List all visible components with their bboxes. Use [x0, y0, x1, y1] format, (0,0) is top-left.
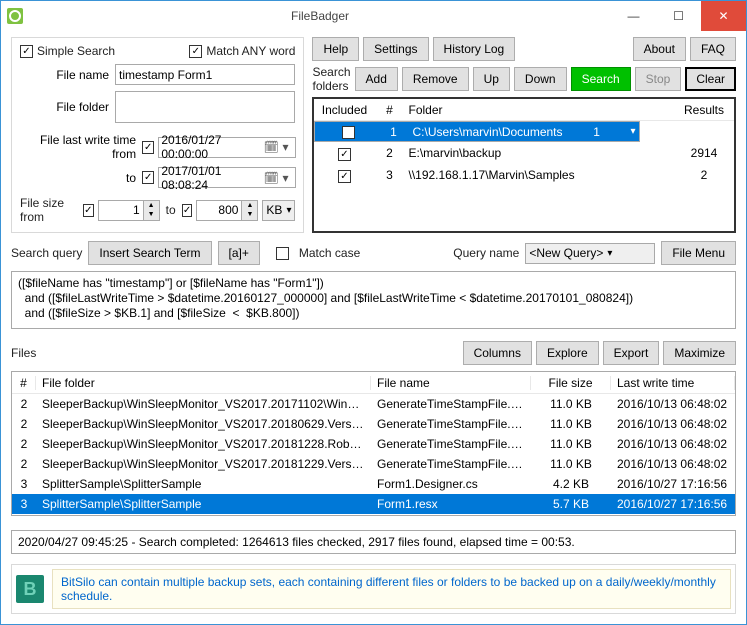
calendar-icon[interactable]: 🗓: [264, 140, 279, 154]
columns-button[interactable]: Columns: [463, 341, 532, 365]
simple-search-panel: ✓ Simple Search ✓ Match ANY word File na…: [11, 37, 304, 233]
maximize-list-button[interactable]: Maximize: [663, 341, 736, 365]
files-table[interactable]: # File folder File name File size Last w…: [11, 371, 736, 516]
file-name-input[interactable]: [115, 64, 295, 85]
remove-button[interactable]: Remove: [402, 67, 469, 91]
promo-bar: B BitSilo can contain multiple backup se…: [11, 564, 736, 614]
query-name-select[interactable]: <New Query>: [525, 243, 655, 264]
file-row[interactable]: 2SleeperBackup\WinSleepMonitor_VS2017.20…: [12, 434, 735, 454]
size-from-input[interactable]: [98, 200, 144, 221]
explore-button[interactable]: Explore: [536, 341, 599, 365]
titlebar: FileBadger — ☐ ✕: [1, 1, 746, 31]
size-from-checkbox[interactable]: ✓: [83, 204, 94, 217]
add-button[interactable]: Add: [355, 67, 398, 91]
size-to-label: to: [166, 203, 176, 217]
files-header: # File folder File name File size Last w…: [12, 372, 735, 394]
folder-row[interactable]: ✓3\\192.168.1.17\Marvin\Samples2: [314, 164, 734, 186]
file-menu-button[interactable]: File Menu: [661, 241, 736, 265]
size-to-checkbox[interactable]: ✓: [182, 204, 193, 217]
match-any-checkbox[interactable]: ✓: [189, 45, 202, 58]
minimize-button[interactable]: —: [611, 1, 656, 31]
calendar-icon[interactable]: 🗓: [264, 171, 279, 185]
size-to-stepper[interactable]: ▲▼: [242, 200, 258, 221]
status-bar: 2020/04/27 09:45:25 - Search completed: …: [11, 530, 736, 554]
simple-search-label: Simple Search: [37, 44, 115, 58]
lwt-to-label: to: [20, 171, 142, 185]
down-button[interactable]: Down: [514, 67, 567, 91]
size-unit-select[interactable]: KB: [262, 200, 295, 221]
search-folders-label: Search folders: [312, 65, 350, 93]
search-query-label: Search query: [11, 246, 82, 260]
folder-row[interactable]: ✓1C:\Users\marvin\Documents1: [314, 121, 639, 142]
file-row[interactable]: 3SplitterSample\SplitterSampleForm1.Desi…: [12, 474, 735, 494]
files-label: Files: [11, 346, 459, 360]
simple-search-checkbox[interactable]: ✓: [20, 45, 33, 58]
file-folder-input[interactable]: [115, 91, 295, 123]
about-button[interactable]: About: [633, 37, 686, 61]
dropdown-icon[interactable]: ▾: [279, 171, 293, 185]
size-to-input[interactable]: [196, 200, 242, 221]
stop-button[interactable]: Stop: [635, 67, 682, 91]
export-button[interactable]: Export: [603, 341, 660, 365]
folder-row[interactable]: ✓2E:\marvin\backup2914: [314, 142, 734, 164]
file-row[interactable]: 3SplitterSample\SplitterSampleForm1.resx…: [12, 494, 735, 514]
file-folder-label: File folder: [20, 100, 115, 114]
settings-button[interactable]: Settings: [363, 37, 428, 61]
insert-term-button[interactable]: Insert Search Term: [88, 241, 211, 265]
lwt-to-input[interactable]: 2017/01/01 08:08:24: [161, 164, 263, 192]
folders-header: Included # Folder Results: [314, 99, 734, 121]
maximize-button[interactable]: ☐: [656, 1, 701, 31]
file-name-label: File name: [20, 68, 115, 82]
lwt-from-label: File last write time from: [20, 133, 142, 161]
app-icon: [7, 8, 23, 24]
size-from-stepper[interactable]: ▲▼: [144, 200, 160, 221]
folders-table[interactable]: Included # Folder Results ✓1C:\Users\mar…: [312, 97, 736, 233]
query-text[interactable]: ([$fileName has "timestamp"] or [$fileNa…: [11, 271, 736, 329]
close-button[interactable]: ✕: [701, 1, 746, 31]
history-button[interactable]: History Log: [433, 37, 516, 61]
clear-button[interactable]: Clear: [685, 67, 736, 91]
file-row[interactable]: 2SleeperBackup\WinSleepMonitor_VS2017.20…: [12, 394, 735, 414]
lwt-from-checkbox[interactable]: ✓: [142, 141, 154, 154]
query-name-label: Query name: [453, 246, 519, 260]
file-row[interactable]: 2SleeperBackup\WinSleepMonitor_VS2017.20…: [12, 414, 735, 434]
dropdown-icon[interactable]: ▾: [279, 140, 293, 154]
search-button[interactable]: Search: [571, 67, 631, 91]
lwt-to-checkbox[interactable]: ✓: [142, 171, 154, 184]
help-button[interactable]: Help: [312, 37, 359, 61]
file-row[interactable]: 2SleeperBackup\WinSleepMonitor_VS2017.20…: [12, 454, 735, 474]
up-button[interactable]: Up: [473, 67, 510, 91]
size-from-label: File size from: [20, 196, 77, 224]
a-plus-button[interactable]: [a]+: [218, 241, 260, 265]
promo-link[interactable]: BitSilo can contain multiple backup sets…: [52, 569, 731, 609]
bitsilo-icon: B: [16, 575, 44, 603]
window-title: FileBadger: [29, 9, 611, 23]
match-case-label: Match case: [299, 246, 360, 260]
lwt-from-input[interactable]: 2016/01/27 00:00:00: [161, 133, 263, 161]
faq-button[interactable]: FAQ: [690, 37, 736, 61]
match-any-label: Match ANY word: [206, 44, 295, 58]
match-case-checkbox[interactable]: [276, 247, 289, 260]
